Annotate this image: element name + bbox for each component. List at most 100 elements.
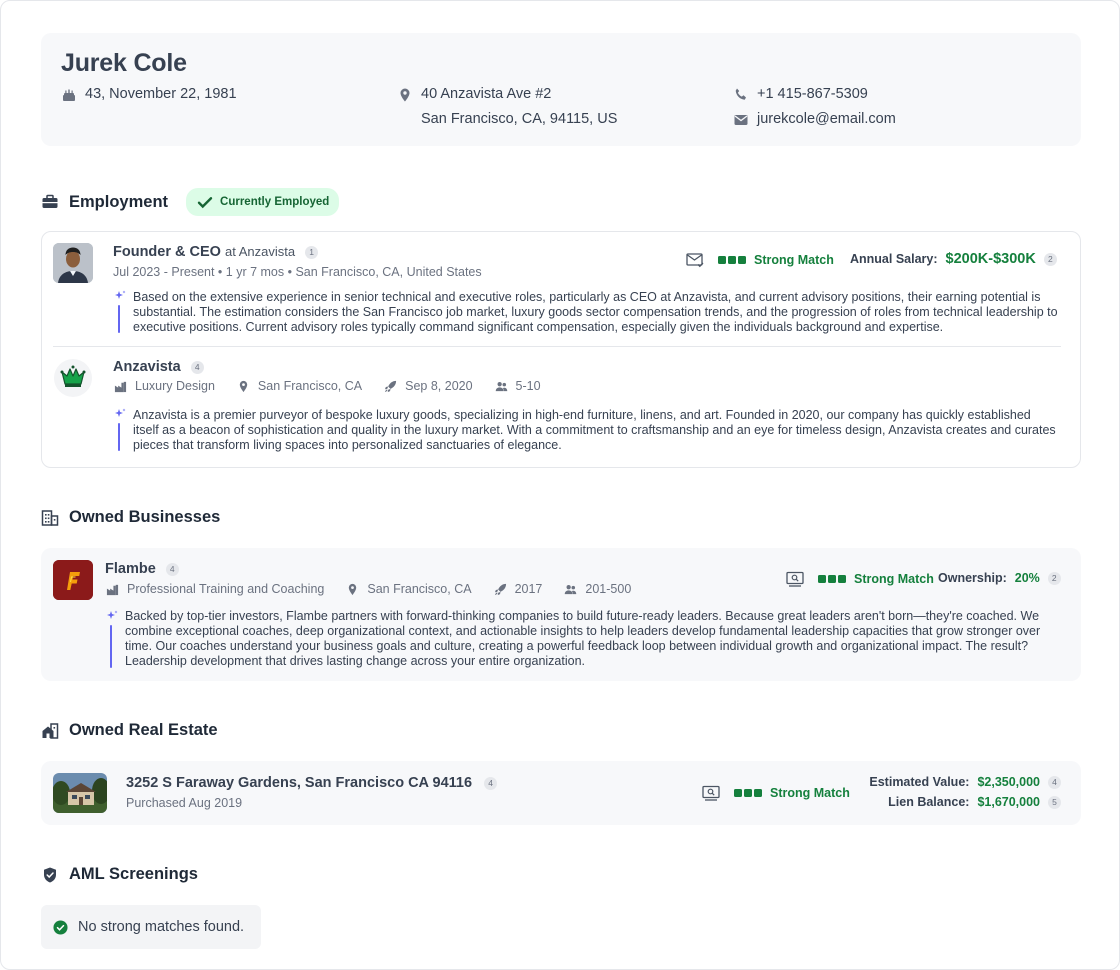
company-meta-row: Luxury Design San Francisco, CA Sep 8, 2… [114,379,563,393]
company-title-line: Anzavista 4 [113,359,204,375]
match-strength-dots [734,789,762,797]
anzavista-logo [53,358,93,398]
role-match-label: Strong Match [754,253,834,267]
company-description: Anzavista is a premier purveyor of bespo… [133,408,1056,452]
check-icon [197,197,213,209]
company-industry: Luxury Design [135,379,215,393]
phone-number[interactable]: +1 415-867-5309 [757,86,868,102]
company-name[interactable]: Anzavista [113,359,181,375]
business-card: Flambe 4 Professional Training and Coach… [41,548,1081,681]
ai-sparkle-icon [115,408,126,417]
address-line1: 40 Anzavista Ave #2 [421,86,552,102]
estimated-value-row: Estimated Value: $2,350,000 4 [869,775,1061,789]
factory-icon [114,381,127,392]
salary-estimate-description: Based on the extensive experience in sen… [133,290,1058,334]
role-details: Jul 2023 - Present • 1 yr 7 mos • San Fr… [113,265,482,279]
salary-value: $200K-$300K [945,251,1036,267]
mail-icon [734,115,748,125]
business-title-line: Flambe 4 [105,561,179,577]
ownership-label: Ownership: [938,571,1007,585]
match-strength-dots [818,575,846,583]
business-founded: 2017 [514,582,543,596]
business-location-item: San Francisco, CA [346,582,472,596]
rocket-icon [385,380,397,392]
business-location: San Francisco, CA [367,582,472,596]
lien-source-count[interactable]: 5 [1048,795,1061,809]
company-size-item: 5-10 [495,379,541,393]
ownership-value: 20% [1014,571,1040,585]
match-strength-dots [718,256,746,264]
business-source-count[interactable]: 4 [165,562,179,576]
estimated-value: $2,350,000 [977,775,1040,789]
ownership-source-count[interactable]: 2 [1047,571,1061,585]
property-source-count[interactable]: 4 [484,776,498,790]
factory-icon [106,584,119,595]
aml-result-box: No strong matches found. [41,905,261,949]
company-founded: Sep 8, 2020 [405,379,473,393]
real-estate-section-header: Owned Real Estate [41,721,218,740]
mail-check-icon [686,253,704,268]
role-company[interactable]: at Anzavista [225,244,295,259]
salary-label: Annual Salary: [850,252,938,266]
real-estate-title: Owned Real Estate [69,721,218,739]
ai-summary-bar [118,305,120,333]
profile-name: Jurek Cole [61,49,187,77]
property-photo [53,773,107,813]
businesses-title: Owned Businesses [69,508,221,526]
rocket-icon [494,583,506,595]
business-name[interactable]: Flambe [105,561,156,577]
business-match-label: Strong Match [854,572,934,586]
ai-sparkle-icon [115,290,126,299]
building-icon [41,509,59,526]
phone-icon [735,88,746,100]
lien-balance: $1,670,000 [977,795,1040,809]
aml-result-text: No strong matches found. [78,919,245,935]
business-size-item: 201-500 [564,582,631,596]
location-pin-icon [349,583,357,595]
ai-summary-bar [118,423,120,451]
company-location: San Francisco, CA [257,379,363,393]
cake-icon [63,89,75,101]
business-industry: Professional Training and Coaching [127,582,325,596]
company-source-count[interactable]: 4 [190,360,204,374]
property-address[interactable]: 3252 S Faraway Gardens, San Francisco CA… [126,775,472,791]
business-founded-item: 2017 [494,582,543,596]
value-source-count[interactable]: 4 [1048,775,1061,789]
profile-page: Jurek Cole 43, November 22, 1981 40 Anza… [0,0,1120,970]
property-purchased: Purchased Aug 2019 [126,796,243,810]
company-industry-item: Luxury Design [114,379,215,393]
salary-source-count[interactable]: 2 [1043,252,1057,266]
location-pin-icon [400,88,410,102]
ai-sparkle-icon [107,610,118,619]
business-size: 201-500 [585,582,632,596]
business-description: Backed by top-tier investors, Flambe par… [125,609,1041,668]
address-line2: San Francisco, CA, 94115, US [421,111,618,127]
real-estate-card: 3252 S Faraway Gardens, San Francisco CA… [41,761,1081,825]
users-icon [495,381,507,391]
role-match-indicator: Strong Match [686,252,834,268]
salary-row: Annual Salary: $200K-$300K 2 [850,251,1057,267]
location-pin-icon [239,380,248,392]
monitor-search-icon [702,785,720,801]
role-position[interactable]: Founder & CEO [113,244,221,260]
email-address[interactable]: jurekcole@email.com [757,111,896,127]
check-circle-icon [53,919,68,935]
employment-section-header: Employment Currently Employed [41,188,340,216]
role-source-count[interactable]: 1 [305,245,319,259]
lien-balance-row: Lien Balance: $1,670,000 5 [888,795,1061,809]
age-dob: 43, November 22, 1981 [85,86,237,102]
businesses-section-header: Owned Businesses [41,508,220,527]
employment-card: Founder & CEO at Anzavista 1 Jul 2023 - … [41,231,1081,468]
briefcase-icon [42,194,58,208]
users-icon [565,584,577,594]
monitor-search-icon [786,571,804,587]
person-avatar [53,243,93,283]
business-meta-row: Professional Training and Coaching San F… [106,582,653,596]
profile-header-card: Jurek Cole 43, November 22, 1981 40 Anza… [41,33,1081,146]
property-match-label: Strong Match [770,786,850,800]
employment-title: Employment [69,192,169,211]
role-title-line: Founder & CEO at Anzavista 1 [113,244,319,260]
business-match-indicator: Strong Match [786,571,934,587]
company-location-item: San Francisco, CA [237,379,362,393]
estimated-value-label: Estimated Value: [869,775,970,789]
